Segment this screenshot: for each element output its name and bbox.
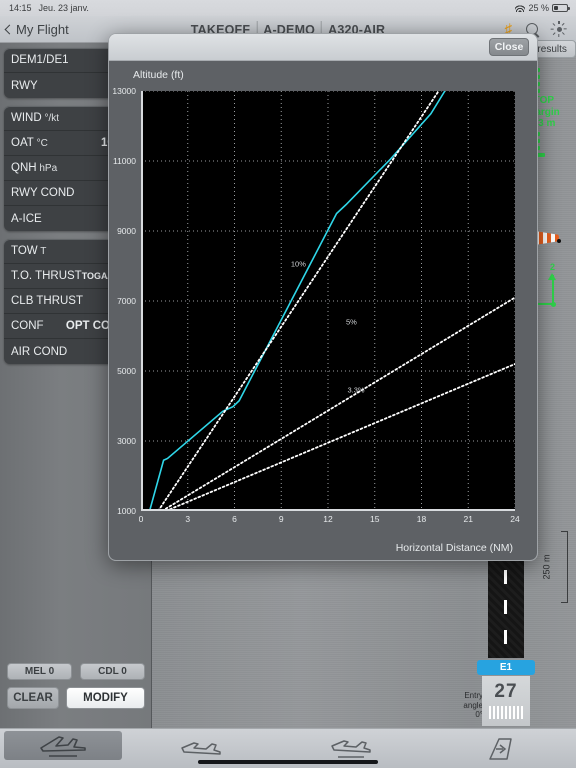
chart-y-tick: 9000: [117, 226, 136, 236]
climb-profile-modal: Close Altitude (ft) Horizontal Distance …: [108, 33, 538, 561]
parameter-label: CONF: [11, 320, 44, 332]
chart-y-tick: 1000: [117, 506, 136, 516]
chart-y-tick: 11000: [112, 156, 136, 166]
tab-takeoff[interactable]: [4, 731, 122, 760]
chart-x-tick: 12: [323, 514, 333, 524]
clear-button[interactable]: CLEAR: [7, 687, 59, 709]
modal-header: Close: [109, 34, 537, 61]
close-button[interactable]: Close: [489, 38, 529, 56]
threshold-stripes: [482, 706, 530, 719]
status-bar-right: 25 %: [515, 3, 576, 13]
status-bar-left: 14:15 Jeu. 23 janv.: [0, 3, 89, 13]
parameter-label: QNH hPa: [11, 162, 58, 174]
back-button-label: My Flight: [16, 21, 69, 37]
mel-button[interactable]: MEL 0: [7, 663, 72, 680]
chart-y-axis-line: [141, 91, 143, 511]
battery-percent: 25 %: [528, 3, 549, 13]
parameter-unit: °/kt: [41, 113, 60, 124]
tail-fin-icon: [489, 737, 512, 760]
tab-tail[interactable]: [426, 729, 576, 768]
entry-angle-line2: angle: [463, 700, 483, 710]
parameter-unit: hPa: [36, 163, 58, 174]
parameter-label: WIND °/kt: [11, 112, 60, 124]
windsock-icon: [535, 231, 561, 247]
home-indicator: [198, 760, 378, 764]
parameter-label: RWY COND: [11, 187, 75, 199]
back-button[interactable]: My Flight: [0, 22, 69, 37]
entry-angle-value: 0°: [475, 710, 483, 719]
parameter-label: RWY: [11, 79, 38, 92]
modal-body: Altitude (ft) Horizontal Distance (NM) 1…: [109, 61, 537, 560]
chart-x-tick: 24: [510, 514, 520, 524]
status-time: 14:15: [9, 3, 32, 13]
chart-gradient-label: 3.3%: [347, 385, 365, 395]
parameter-label: DEM1/DE1: [11, 54, 69, 66]
wifi-icon: [515, 4, 526, 12]
status-bar: 14:15 Jeu. 23 janv. 25 %: [0, 0, 576, 16]
parameter-label: A-ICE: [11, 212, 42, 225]
parameter-label: CLB THRUST: [11, 295, 83, 307]
chart-x-tick: 3: [185, 514, 191, 524]
landing-icon: [181, 741, 221, 755]
map-scale-label: 250 m: [541, 554, 552, 580]
modify-button[interactable]: MODIFY: [66, 687, 145, 709]
parameter-unit: T: [37, 246, 47, 257]
mini-button-row: MEL 0 CDL 0: [7, 663, 145, 680]
chart-gradient-label: 5%: [345, 317, 357, 327]
chart-y-tick: 3000: [117, 436, 136, 446]
runway-strip: [488, 548, 524, 658]
parameter-label: T.O. THRUST: [11, 270, 82, 282]
chart-x-tick: 6: [232, 514, 237, 524]
chart-x-tick: 0: [138, 514, 144, 524]
parameter-unit: °C: [33, 138, 48, 149]
runway-number: 27: [494, 681, 518, 702]
chart-x-tick: 18: [416, 514, 427, 524]
chevron-left-icon: [4, 24, 15, 34]
chart-x-axis-line: [141, 509, 515, 511]
chart-gradient-label: 10%: [290, 259, 306, 269]
chart-y-axis-title: Altitude (ft): [133, 69, 184, 81]
inflight-landing-icon: [331, 739, 371, 758]
chart-svg: [140, 90, 516, 512]
compass-number: 2: [550, 262, 556, 272]
entry-angle-annotation: Entry angle 0°: [447, 691, 483, 720]
runway-exit-badge[interactable]: E1: [477, 660, 535, 675]
runway-threshold: 27: [482, 676, 530, 726]
parameter-label: OAT °C: [11, 137, 48, 149]
status-date: Jeu. 23 janv.: [38, 3, 89, 13]
chart-y-tick: 13000: [112, 86, 136, 96]
chart-x-tick: 15: [370, 514, 380, 524]
map-scale-bar: 250 m: [541, 531, 568, 603]
entry-angle-line1: Entry: [464, 691, 483, 700]
chart-y-tick: 7000: [117, 296, 136, 306]
chart-x-tick: 9: [278, 514, 284, 524]
action-button-bar: MEL 0 CDL 0 CLEAR MODIFY: [0, 663, 152, 709]
brightness-icon[interactable]: [551, 21, 568, 37]
battery-icon: [552, 4, 570, 12]
takeoff-icon: [40, 735, 86, 757]
main-button-row: CLEAR MODIFY: [7, 687, 145, 709]
chart-plot-area: 1000 3000 5000 7000 9000 11000 13000 0 3 6 9 12 15 1…: [112, 86, 519, 524]
parameter-label: AIR COND: [11, 345, 68, 358]
chart-canvas: [140, 90, 516, 512]
chart-x-axis-title: Horizontal Distance (NM): [395, 542, 513, 554]
cdl-button[interactable]: CDL 0: [80, 663, 145, 680]
chart-y-tick: 5000: [117, 366, 136, 376]
parameter-label: TOW T: [11, 245, 47, 257]
bottom-tab-bar: [0, 728, 576, 768]
chart-x-tick: 21: [463, 514, 473, 524]
